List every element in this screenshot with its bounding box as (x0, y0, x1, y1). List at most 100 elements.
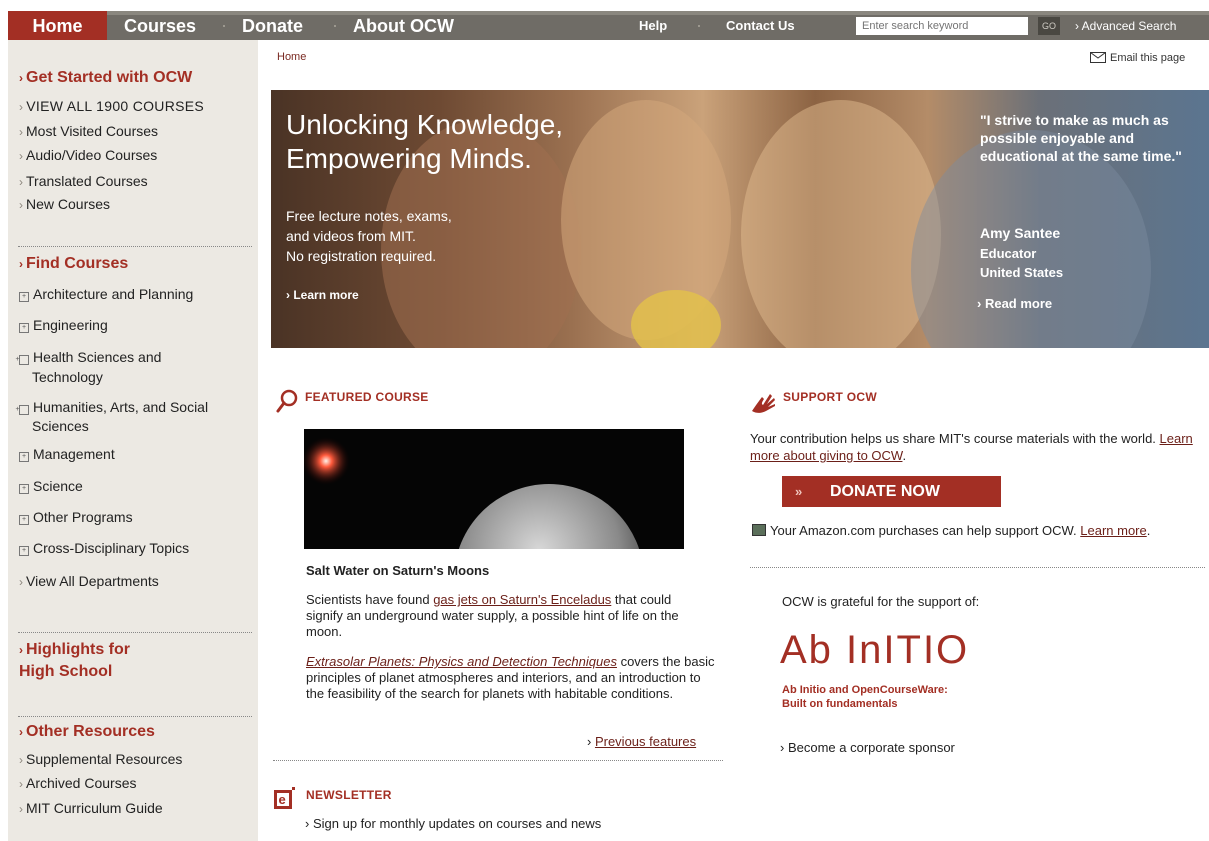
amazon-support: Your Amazon.com purchases can help suppo… (752, 522, 1204, 539)
support-text: Your contribution helps us share MIT's c… (750, 431, 1160, 446)
nav-help[interactable]: Help (639, 11, 667, 40)
sidebar-item-view-all-courses[interactable]: › VIEW ALL 1900 COURSES (19, 98, 204, 114)
chevron-right-icon: › (19, 725, 23, 739)
sidebar-heading-find-courses[interactable]: › Find Courses (19, 255, 128, 273)
sidebar-item-label: Management (33, 446, 115, 462)
breadcrumb[interactable]: Home (277, 51, 306, 63)
expand-icon: + (19, 292, 29, 302)
enceladus-link[interactable]: gas jets on Saturn's Enceladus (433, 592, 611, 607)
hero-subtitle-line: and videos from MIT. (286, 228, 416, 244)
expand-icon: + (19, 323, 29, 333)
sidebar-heading-highlights[interactable]: › Highlights for High School (19, 639, 130, 682)
sidebar-heading-other-resources[interactable]: › Other Resources (19, 723, 155, 741)
sidebar-item-most-visited[interactable]: › Most Visited Courses (19, 123, 158, 139)
hero-photo-shape (741, 100, 941, 348)
envelope-icon (1090, 52, 1106, 63)
amazon-text: Your Amazon.com purchases can help suppo… (770, 523, 1081, 538)
sidebar-item-audio-video[interactable]: › Audio/Video Courses (19, 147, 157, 163)
search-input[interactable] (856, 17, 1028, 35)
sidebar-heading-label: Find Courses (26, 255, 129, 272)
become-sponsor-link[interactable]: › Become a corporate sponsor (780, 740, 955, 755)
chevron-right-icon: › (19, 643, 23, 657)
support-ocw-heading: SUPPORT OCW (783, 390, 877, 404)
featured-course-heading: FEATURED COURSE (305, 390, 429, 404)
nav-courses[interactable]: Courses (124, 11, 196, 40)
email-page-link[interactable]: Email this page (1090, 52, 1185, 64)
magnifier-icon (276, 389, 298, 413)
sidebar-item-label: Audio/Video Courses (26, 147, 158, 163)
sidebar-heading-get-started[interactable]: › Get Started with OCW (19, 69, 192, 87)
advanced-search-label: Advanced Search (1081, 19, 1177, 33)
chevron-right-icon: › (19, 257, 23, 271)
sidebar-item-label: View All Departments (26, 573, 159, 589)
sidebar-item-label: MIT Curriculum Guide (26, 800, 163, 816)
sidebar-item-supplemental[interactable]: › Supplemental Resources (19, 751, 182, 767)
chevron-right-icon: › (19, 802, 23, 816)
sidebar-item-label: Most Visited Courses (26, 123, 159, 139)
sidebar-item-view-all-departments[interactable]: › View All Departments (19, 573, 159, 589)
nav-separator (698, 25, 700, 27)
saturn-moon-image (304, 429, 684, 549)
previous-features-link[interactable]: Previous features (595, 734, 696, 749)
hero-title-line: Unlocking Knowledge, (286, 109, 564, 140)
ab-initio-caption: Ab Initio and OpenCourseWare: Built on fu… (782, 683, 948, 711)
expand-icon: + (19, 546, 29, 556)
hero-subtitle-line: Free lecture notes, exams, (286, 208, 452, 224)
amazon-learn-more-link[interactable]: Learn more (1080, 523, 1146, 538)
chevron-right-icon: › (1075, 19, 1082, 33)
sidebar-item-curriculum-guide[interactable]: › MIT Curriculum Guide (19, 800, 163, 816)
chevron-right-icon: › (587, 734, 595, 749)
sidebar-dept-cross-disciplinary[interactable]: + Cross-Disciplinary Topics (19, 540, 189, 556)
donate-now-button[interactable]: » DONATE NOW (782, 476, 1001, 507)
chevron-right-icon: › (19, 175, 23, 189)
sidebar-dept-management[interactable]: + Management (19, 446, 115, 462)
advanced-search-link[interactable]: › Advanced Search (1075, 11, 1176, 40)
sidebar-divider (18, 716, 252, 717)
nav-separator (334, 25, 336, 27)
expand-icon: + (19, 484, 29, 494)
sidebar-dept-architecture[interactable]: + Architecture and Planning (19, 286, 193, 302)
donate-now-label: DONATE NOW (830, 483, 940, 500)
chevron-right-icon: › (19, 71, 23, 85)
sidebar-heading-label: High School (19, 663, 113, 680)
sidebar-dept-engineering[interactable]: + Engineering (19, 317, 108, 333)
extrasolar-planets-link[interactable]: Extrasolar Planets: Physics and Detectio… (306, 654, 617, 669)
chevron-right-icon: › (19, 149, 23, 163)
sidebar-dept-science[interactable]: + Science (19, 478, 83, 494)
previous-features: › Previous features (587, 734, 696, 749)
sidebar-item-label: New Courses (26, 196, 111, 212)
sidebar-item-label: Cross-Disciplinary Topics (33, 540, 190, 556)
search-go-button[interactable]: GO (1038, 17, 1060, 35)
nav-about-ocw[interactable]: About OCW (353, 11, 454, 40)
ab-initio-logo[interactable]: Ab InITIO (780, 628, 969, 672)
chevron-right-icon: › (19, 753, 23, 767)
expand-icon: + (15, 405, 29, 415)
featured-course-title: Salt Water on Saturn's Moons (306, 563, 490, 578)
nav-home[interactable]: Home (8, 11, 107, 40)
newsletter-icon: e (274, 787, 295, 809)
chevron-right-icon: › (19, 575, 23, 589)
sidebar-dept-humanities[interactable]: + Humanities, Arts, and Social Sciences (15, 398, 222, 436)
hero-learn-more-link[interactable]: › Learn more (286, 288, 359, 302)
hero-quote-author: Amy Santee (980, 225, 1061, 241)
hero-read-more-link[interactable]: › Read more (977, 296, 1052, 311)
sidebar-item-label: VIEW ALL 1900 COURSES (26, 98, 205, 114)
sidebar-heading-label: Get Started with OCW (26, 69, 193, 86)
sidebar-item-label: Health Sciences and Technology (32, 349, 162, 385)
sidebar-item-new-courses[interactable]: › New Courses (19, 196, 110, 212)
nav-donate[interactable]: Donate (242, 11, 303, 40)
newsletter-signup-link[interactable]: › Sign up for monthly updates on courses… (305, 816, 601, 831)
newsletter-signup-label: Sign up for monthly updates on courses a… (312, 816, 602, 831)
sidebar-item-translated[interactable]: › Translated Courses (19, 173, 148, 189)
sidebar-item-label: Supplemental Resources (26, 751, 183, 767)
chevron-right-icon: › (780, 740, 788, 755)
sidebar-item-archived[interactable]: › Archived Courses (19, 775, 137, 791)
amazon-icon (752, 524, 766, 536)
support-text: . (902, 448, 907, 463)
sidebar-dept-health-sciences[interactable]: + Health Sciences and Technology (15, 347, 212, 387)
sidebar-dept-other-programs[interactable]: + Other Programs (19, 509, 133, 525)
hand-icon (752, 394, 775, 413)
ab-initio-caption-line: Built on fundamentals (782, 698, 898, 710)
featured-course-image[interactable] (304, 429, 684, 549)
nav-contact-us[interactable]: Contact Us (726, 11, 795, 40)
